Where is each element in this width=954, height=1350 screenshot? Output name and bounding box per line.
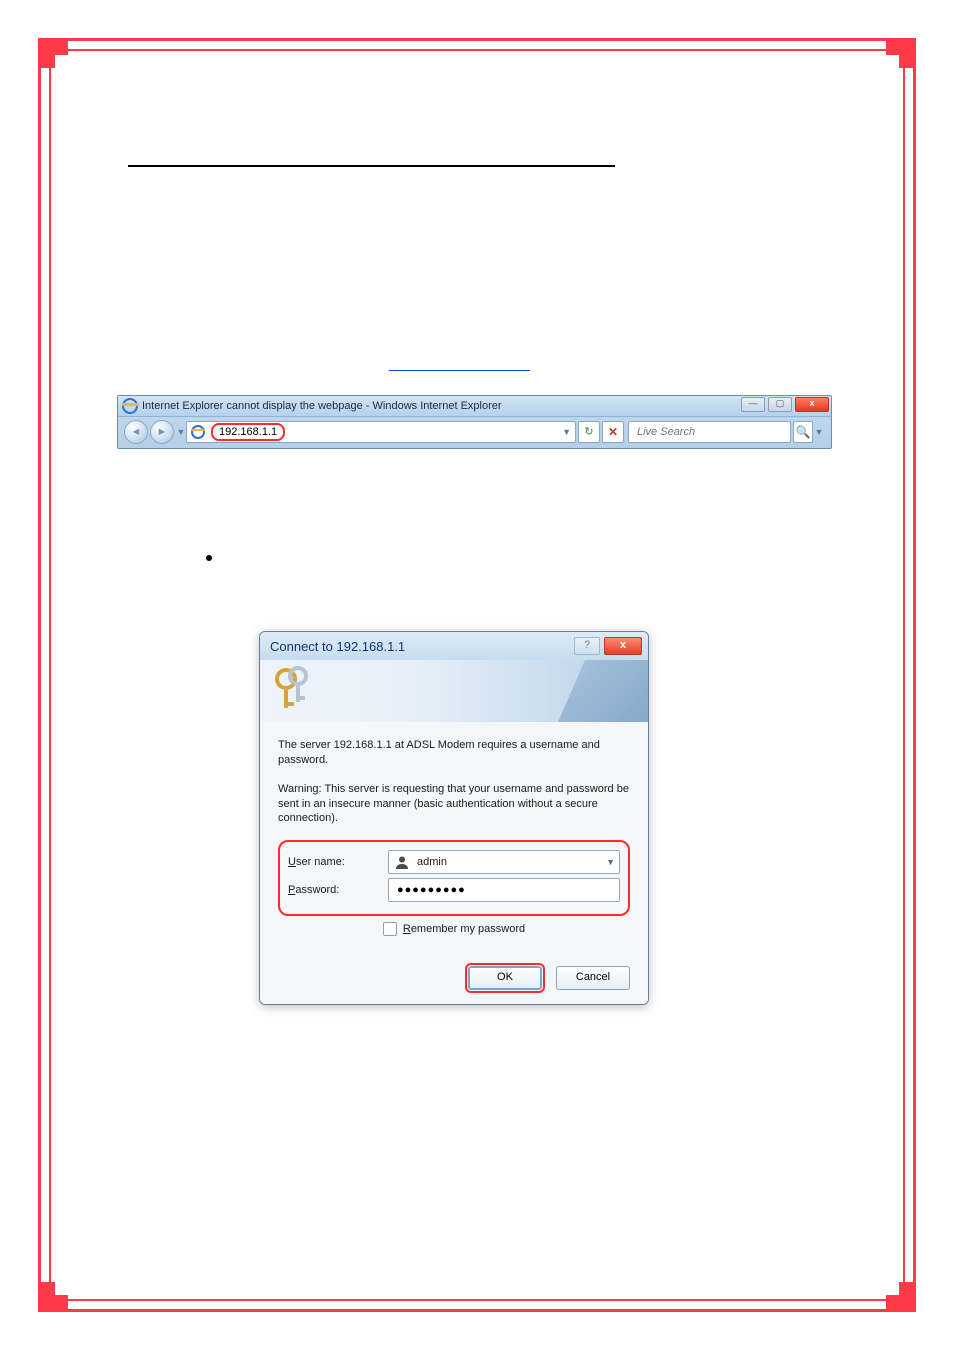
address-dropdown-icon[interactable]: ▼ <box>562 427 571 437</box>
ie-window-title: Internet Explorer cannot display the web… <box>142 400 502 412</box>
ie-logo-icon <box>122 398 138 414</box>
stop-button[interactable]: ✕ <box>602 421 624 443</box>
password-input[interactable]: ●●●●●●●●● <box>388 878 620 902</box>
decor-corner <box>886 38 916 68</box>
keys-icon <box>272 666 316 716</box>
ie-window: Internet Explorer cannot display the web… <box>117 395 832 449</box>
username-dropdown-icon[interactable]: ▼ <box>606 857 615 867</box>
decor-corner <box>38 38 68 68</box>
dialog-message-1: The server 192.168.1.1 at ADSL Modem req… <box>278 738 630 768</box>
remember-label: Remember my password <box>403 923 525 935</box>
remember-checkbox[interactable] <box>383 922 397 936</box>
arrow-right-icon: ► <box>157 426 168 438</box>
dialog-message-2: Warning: This server is requesting that … <box>278 782 630 827</box>
banner-art <box>558 660 648 722</box>
window-controls: — ▢ x <box>741 397 829 412</box>
ie-toolbar: ◄ ► ▼ 192.168.1.1 ▼ ↻ ✕ 🔍 ▼ <box>118 417 831 446</box>
heading-underline <box>128 165 615 167</box>
ie-page-icon <box>191 425 205 439</box>
dialog-body: The server 192.168.1.1 at ADSL Modem req… <box>260 722 648 1004</box>
password-label: Password: <box>288 884 388 896</box>
address-text: 192.168.1.1 <box>211 423 285 441</box>
hyperlink-underline <box>389 370 530 371</box>
dialog-banner <box>260 660 648 722</box>
search-provider-dropdown-icon[interactable]: ▼ <box>813 427 825 437</box>
decor-corner <box>38 1282 68 1312</box>
arrow-left-icon: ◄ <box>131 426 142 438</box>
bullet-icon <box>206 555 212 561</box>
username-row: User name: admin ▼ <box>288 850 620 874</box>
search-icon: 🔍 <box>796 425 811 439</box>
close-button[interactable]: x <box>795 397 829 412</box>
ok-button[interactable]: OK <box>468 966 542 990</box>
ie-titlebar: Internet Explorer cannot display the web… <box>118 396 831 417</box>
document-page: Internet Explorer cannot display the web… <box>0 0 954 1350</box>
refresh-icon: ↻ <box>584 425 593 438</box>
password-row: Password: ●●●●●●●●● <box>288 878 620 902</box>
minimize-button[interactable]: — <box>741 397 765 412</box>
address-bar[interactable]: 192.168.1.1 ▼ <box>186 421 576 443</box>
username-label: User name: <box>288 856 388 868</box>
user-icon <box>395 855 409 869</box>
dialog-buttons: OK Cancel <box>278 966 630 990</box>
back-button[interactable]: ◄ <box>124 420 148 444</box>
refresh-button[interactable]: ↻ <box>578 421 600 443</box>
maximize-button[interactable]: ▢ <box>768 397 792 412</box>
auth-dialog: Connect to 192.168.1.1 ? x The server 19… <box>259 631 649 1005</box>
dialog-title: Connect to 192.168.1.1 <box>270 639 405 654</box>
dialog-message: The server 192.168.1.1 at ADSL Modem req… <box>278 738 630 826</box>
dialog-window-controls: ? x <box>574 637 642 655</box>
search-input[interactable] <box>635 425 784 439</box>
credentials-highlight: User name: admin ▼ Password: ●●●●●●●●● <box>278 840 630 916</box>
dialog-close-button[interactable]: x <box>604 637 642 655</box>
help-button[interactable]: ? <box>574 637 600 655</box>
stop-icon: ✕ <box>608 425 618 439</box>
username-value: admin <box>417 856 447 868</box>
search-button[interactable]: 🔍 <box>793 421 813 443</box>
search-box[interactable] <box>628 421 791 443</box>
history-dropdown-icon[interactable]: ▼ <box>176 427 186 437</box>
decor-corner <box>886 1282 916 1312</box>
username-input[interactable]: admin ▼ <box>388 850 620 874</box>
forward-button[interactable]: ► <box>150 420 174 444</box>
cancel-button[interactable]: Cancel <box>556 966 630 990</box>
remember-row: Remember my password <box>278 922 630 936</box>
